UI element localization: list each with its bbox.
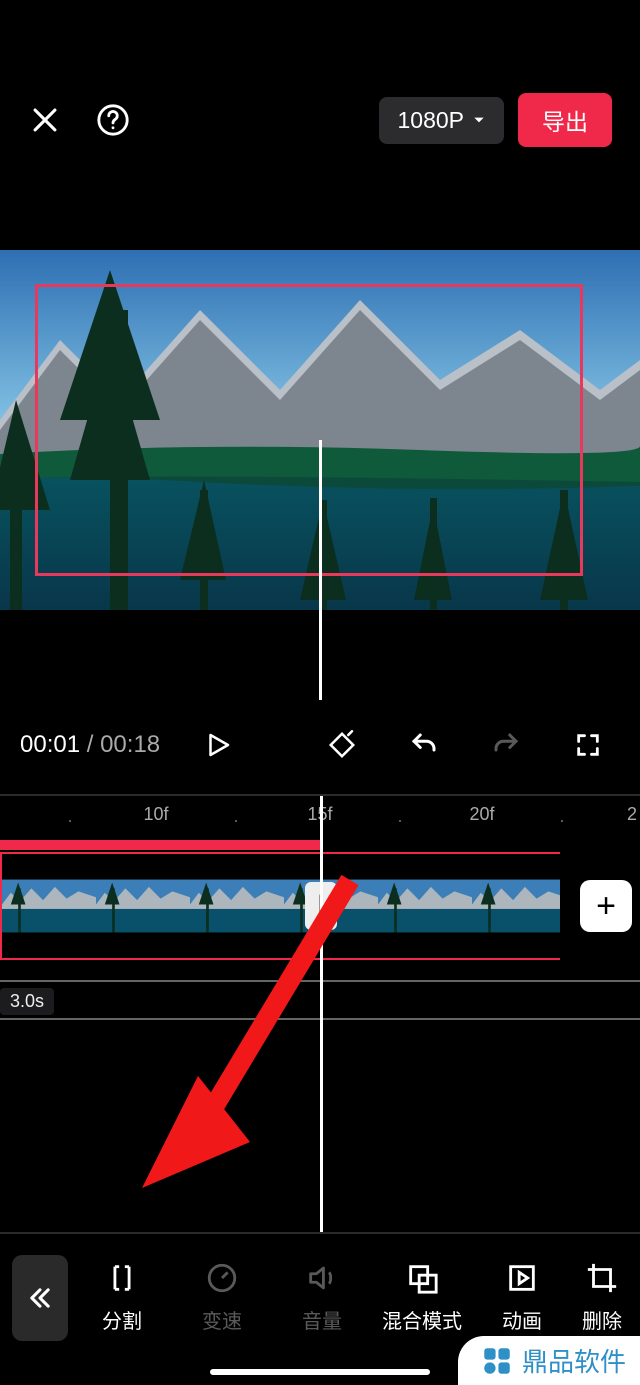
crop-icon [585, 1261, 619, 1295]
resolution-button[interactable]: 1080P [379, 97, 504, 144]
tool-volume: 音量 [272, 1261, 372, 1334]
tool-speed: 变速 [172, 1261, 272, 1334]
fullscreen-button[interactable] [556, 731, 620, 759]
blend-icon [405, 1261, 439, 1295]
watermark-logo-icon [480, 1344, 514, 1378]
topbar-right: 1080P 导出 [379, 93, 612, 147]
clip-thumbnail [378, 854, 472, 958]
ruler-mark: 2 [627, 804, 637, 825]
fullscreen-icon [574, 731, 602, 759]
export-label: 导出 [542, 109, 588, 135]
undo-icon [409, 730, 439, 760]
clip-strip[interactable] [0, 852, 560, 960]
resolution-label: 1080P [397, 107, 464, 134]
close-icon [28, 103, 62, 137]
tool-list: 分割 变速 音量 混合模式 动画 删除 [72, 1261, 628, 1334]
home-indicator [210, 1369, 430, 1375]
clip-thumbnail [190, 854, 284, 958]
time-display: 00:01 / 00:18 [20, 731, 160, 759]
redo-button[interactable] [474, 730, 538, 760]
ruler-mark: 10f [143, 804, 168, 825]
back-button[interactable] [12, 1255, 68, 1341]
tool-label: 删除 [582, 1305, 622, 1334]
play-button[interactable] [186, 728, 250, 762]
keyframe-button[interactable] [310, 730, 374, 760]
keyframe-icon [327, 730, 357, 760]
clip-thumbnail [96, 854, 190, 958]
play-icon [203, 728, 233, 762]
chevron-down-icon [472, 113, 486, 127]
redo-icon [491, 730, 521, 760]
time-separator: / [87, 731, 100, 758]
clip-thumbnail [2, 854, 96, 958]
topbar-left [28, 103, 130, 137]
add-clip-button[interactable]: + [580, 880, 632, 932]
tool-blend[interactable]: 混合模式 [372, 1261, 472, 1334]
tool-label: 变速 [202, 1305, 242, 1334]
tool-label: 动画 [502, 1305, 542, 1334]
tool-delete[interactable]: 删除 [572, 1261, 628, 1334]
tool-split[interactable]: 分割 [72, 1261, 172, 1334]
tool-animation[interactable]: 动画 [472, 1261, 572, 1334]
ruler-mark: 20f [469, 804, 494, 825]
tool-label: 混合模式 [382, 1305, 462, 1334]
speed-icon [205, 1261, 239, 1295]
undo-button[interactable] [392, 730, 456, 760]
volume-icon [305, 1261, 339, 1295]
chevron-left-double-icon [26, 1284, 54, 1312]
tool-label: 音量 [302, 1305, 342, 1334]
total-time: 00:18 [100, 731, 160, 758]
playhead-extension [319, 440, 322, 700]
current-time: 00:01 [20, 731, 80, 758]
timeline-playhead[interactable] [320, 796, 323, 1232]
help-button[interactable] [96, 103, 130, 137]
watermark-text: 鼎品软件 [522, 1342, 626, 1379]
close-button[interactable] [28, 103, 62, 137]
clip-thumbnail [472, 854, 560, 958]
preview-controls: 00:01 / 00:18 [0, 720, 640, 770]
plus-icon: + [596, 887, 616, 926]
export-button[interactable]: 导出 [518, 93, 612, 147]
tool-label: 分割 [102, 1305, 142, 1334]
watermark: 鼎品软件 [458, 1336, 640, 1385]
overlay-duration-chip: 3.0s [0, 988, 54, 1015]
top-bar: 1080P 导出 [0, 0, 640, 140]
split-icon [105, 1261, 139, 1295]
control-group [310, 730, 620, 760]
timeline[interactable]: · 10f · 15f · 20f · 2 + 3.0s [0, 794, 640, 1234]
clip-selection-bar [0, 840, 320, 850]
help-icon [96, 103, 130, 137]
animation-icon [505, 1261, 539, 1295]
